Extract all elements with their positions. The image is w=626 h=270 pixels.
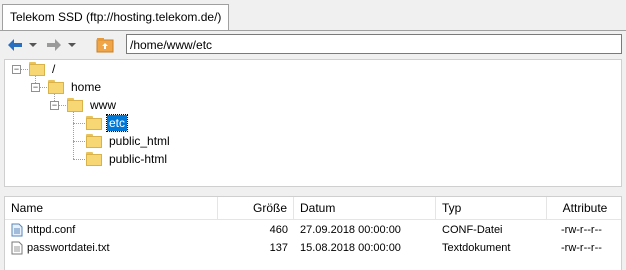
config-file-icon — [11, 223, 23, 237]
toolbar: /home/www/etc — [0, 31, 626, 59]
folder-icon — [86, 134, 102, 148]
file-row[interactable]: passwortdatei.txt 137 15.08.2018 00:00:0… — [5, 239, 621, 257]
column-header-name[interactable]: Name — [5, 197, 218, 219]
file-list: Name Größe Datum Typ Attribute httpd.con… — [4, 196, 622, 270]
file-name: httpd.conf — [27, 224, 76, 236]
back-history-dropdown[interactable] — [27, 34, 39, 56]
file-attributes: -rw-r--r-- — [561, 242, 602, 254]
column-header-type[interactable]: Typ — [436, 197, 547, 219]
forward-arrow-icon — [47, 39, 61, 51]
tree-node-label: www — [90, 98, 116, 112]
folder-icon — [29, 62, 45, 76]
tree-connector — [73, 159, 85, 160]
forward-history-dropdown[interactable] — [66, 34, 78, 56]
tab-connection[interactable]: Telekom SSD (ftp://hosting.telekom.de/) — [2, 4, 230, 30]
address-bar[interactable]: /home/www/etc — [126, 34, 622, 54]
file-date: 27.09.2018 00:00:00 — [300, 224, 401, 236]
back-arrow-icon — [8, 39, 22, 51]
tree-expander-root[interactable]: − — [12, 65, 21, 74]
folder-tree: − − − / home www etc public_html public-… — [4, 59, 622, 187]
file-attributes: -rw-r--r-- — [561, 224, 602, 236]
column-header-attributes[interactable]: Attribute — [547, 197, 623, 219]
file-size: 137 — [269, 242, 288, 254]
column-header-size[interactable]: Größe — [218, 197, 294, 219]
back-button[interactable] — [4, 34, 26, 56]
parent-folder-icon — [96, 38, 114, 53]
tree-node-public-html[interactable]: public-html — [86, 150, 169, 168]
chevron-down-icon — [29, 43, 37, 47]
tab-strip: Telekom SSD (ftp://hosting.telekom.de/) — [0, 0, 626, 31]
file-row[interactable]: httpd.conf 460 27.09.2018 00:00:00 CONF-… — [5, 221, 621, 239]
tree-connector — [73, 123, 85, 124]
tree-node-etc[interactable]: etc — [86, 114, 129, 132]
tree-node-label-selected: etc — [105, 114, 129, 132]
folder-icon — [86, 116, 102, 130]
folder-icon — [86, 152, 102, 166]
tree-expander-home[interactable]: − — [31, 83, 40, 92]
file-date: 15.08.2018 00:00:00 — [300, 242, 401, 254]
column-header-date[interactable]: Datum — [294, 197, 436, 219]
tree-node-label: / — [52, 62, 56, 76]
tree-node-public_html[interactable]: public_html — [86, 132, 172, 150]
tree-expander-www[interactable]: − — [50, 101, 59, 110]
tree-node-home[interactable]: home — [48, 78, 103, 96]
tree-node-www[interactable]: www — [67, 96, 118, 114]
tab-title: Telekom SSD (ftp://hosting.telekom.de/) — [10, 10, 222, 24]
parent-folder-button[interactable] — [94, 34, 116, 56]
tree-connector — [73, 110, 74, 159]
file-size: 460 — [269, 224, 288, 236]
forward-button[interactable] — [43, 34, 65, 56]
folder-icon — [48, 80, 64, 94]
text-file-icon — [11, 241, 23, 255]
tree-node-label: public-html — [109, 152, 168, 166]
tree-node-root[interactable]: / — [29, 60, 57, 78]
tree-node-label: home — [71, 80, 102, 94]
pane-splitter[interactable] — [0, 187, 626, 196]
tree-node-label: public_html — [109, 134, 170, 148]
file-name: passwortdatei.txt — [27, 242, 110, 254]
address-text: /home/www/etc — [130, 38, 213, 52]
chevron-down-icon — [68, 43, 76, 47]
tree-connector — [73, 141, 85, 142]
file-list-header: Name Größe Datum Typ Attribute — [5, 197, 621, 220]
file-type: CONF-Datei — [442, 224, 503, 236]
file-type: Textdokument — [442, 242, 511, 254]
folder-icon — [67, 98, 83, 112]
